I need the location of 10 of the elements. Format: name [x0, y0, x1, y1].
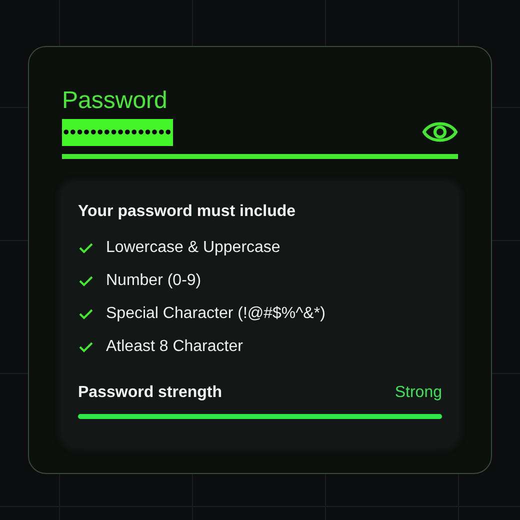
- strength-label: Password strength: [78, 383, 222, 403]
- password-value: ••••••••••••••••: [62, 119, 173, 146]
- password-field[interactable]: ••••••••••••••••: [62, 118, 458, 159]
- field-label: Password: [62, 87, 168, 115]
- strength-reading: Strong: [394, 383, 442, 403]
- requirement-text: Lowercase & Uppercase: [106, 238, 280, 258]
- requirements-title: Your password must include: [78, 202, 297, 222]
- requirement-text: Number (0-9): [106, 271, 202, 291]
- requirement-text: Atleast 8 Character: [106, 337, 243, 357]
- requirement-text: Special Character (!@#$%^&*): [106, 304, 326, 324]
